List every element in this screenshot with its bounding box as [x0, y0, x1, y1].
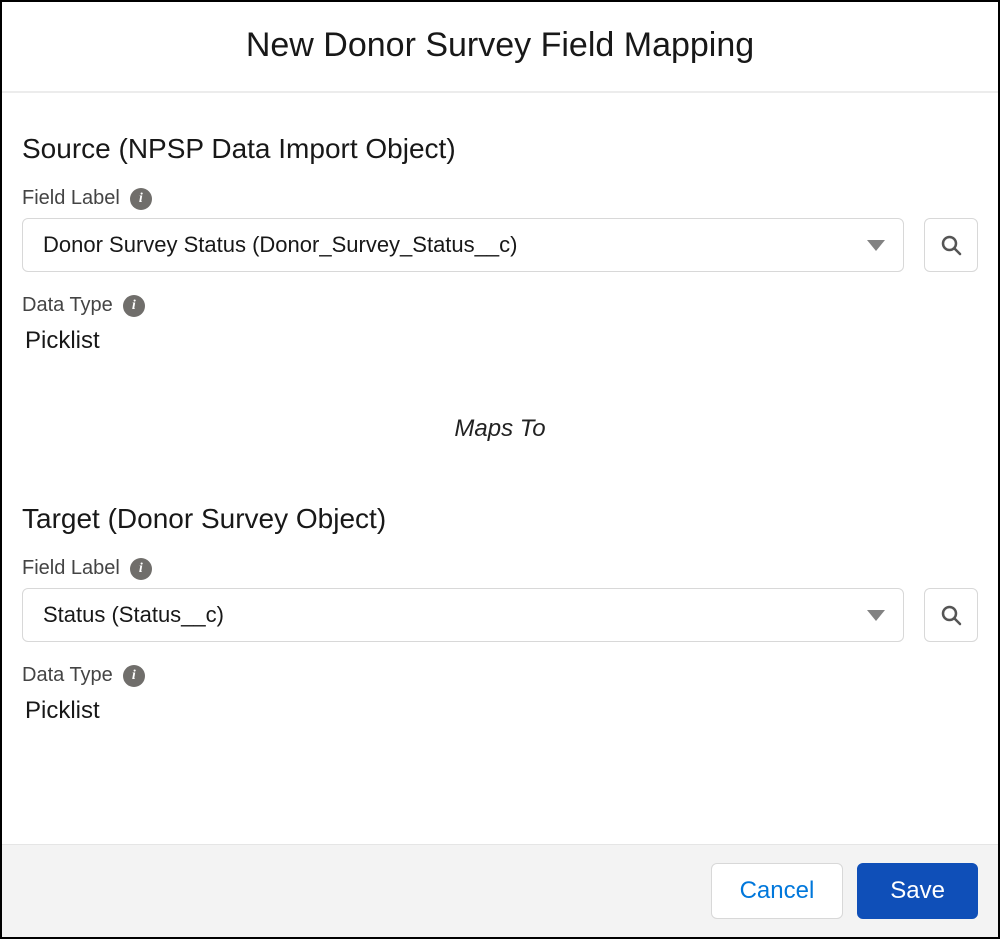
source-field-label-value: Donor Survey Status (Donor_Survey_Status… [43, 232, 517, 258]
target-field-label-value: Status (Status__c) [43, 602, 224, 628]
info-icon[interactable]: i [130, 188, 152, 210]
target-control-row: Status (Status__c) [22, 588, 978, 642]
source-lookup-button[interactable] [924, 218, 978, 272]
target-data-type-caption: Data Type [22, 664, 113, 687]
info-icon[interactable]: i [123, 295, 145, 317]
source-data-type-value: Picklist [25, 327, 978, 355]
target-field-label-row: Field Label i [22, 557, 978, 580]
source-heading: Source (NPSP Data Import Object) [22, 133, 978, 165]
modal-footer: Cancel Save [2, 844, 998, 937]
target-section: Target (Donor Survey Object) Field Label… [22, 503, 978, 725]
target-heading: Target (Donor Survey Object) [22, 503, 978, 535]
info-icon[interactable]: i [123, 665, 145, 687]
target-lookup-button[interactable] [924, 588, 978, 642]
target-field-label-caption: Field Label [22, 557, 120, 580]
field-mapping-modal: New Donor Survey Field Mapping Source (N… [0, 0, 1000, 939]
source-section: Source (NPSP Data Import Object) Field L… [22, 133, 978, 355]
search-icon [939, 603, 963, 627]
modal-header: New Donor Survey Field Mapping [2, 2, 998, 93]
cancel-button[interactable]: Cancel [711, 863, 844, 919]
target-data-type-value: Picklist [25, 697, 978, 725]
modal-title: New Donor Survey Field Mapping [22, 26, 978, 65]
source-field-label-caption: Field Label [22, 187, 120, 210]
source-field-label-row: Field Label i [22, 187, 978, 210]
target-field-label-combobox[interactable]: Status (Status__c) [22, 588, 904, 642]
chevron-down-icon [867, 240, 885, 251]
source-data-type-row: Data Type i [22, 294, 978, 317]
source-data-type-caption: Data Type [22, 294, 113, 317]
modal-body: Source (NPSP Data Import Object) Field L… [2, 93, 998, 844]
target-data-type-row: Data Type i [22, 664, 978, 687]
info-icon[interactable]: i [130, 558, 152, 580]
search-icon [939, 233, 963, 257]
source-control-row: Donor Survey Status (Donor_Survey_Status… [22, 218, 978, 272]
maps-to-label: Maps To [22, 415, 978, 443]
save-button[interactable]: Save [857, 863, 978, 919]
chevron-down-icon [867, 610, 885, 621]
source-field-label-combobox[interactable]: Donor Survey Status (Donor_Survey_Status… [22, 218, 904, 272]
